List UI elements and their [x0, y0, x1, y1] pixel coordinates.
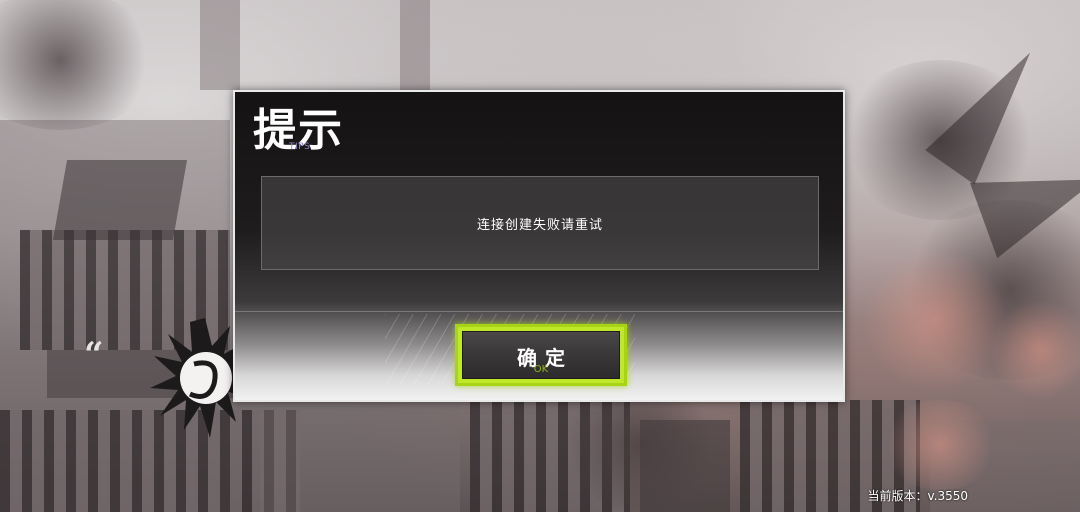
version-value: v.3550 [927, 489, 968, 503]
version-label: 当前版本： [867, 489, 928, 503]
quote-mark: “ [84, 335, 104, 375]
message-box: 连接创建失败请重试 [261, 176, 819, 270]
dialog-divider [235, 311, 843, 312]
game-screen: “ 提示 TIPS 连接创建失败请重试 确定 OK 当前版本：v.3550 [0, 0, 1080, 512]
ok-button-sublabel: OK [533, 364, 549, 375]
version-text: 当前版本：v.3550 [867, 487, 968, 504]
ok-button-face[interactable]: 确定 OK [462, 331, 620, 379]
dialog-subtitle: TIPS [289, 142, 311, 152]
tips-dialog: 提示 TIPS 连接创建失败请重试 确定 OK [233, 90, 845, 402]
dialog-message: 连接创建失败请重试 [476, 217, 603, 233]
ok-button[interactable]: 确定 OK [455, 324, 627, 386]
